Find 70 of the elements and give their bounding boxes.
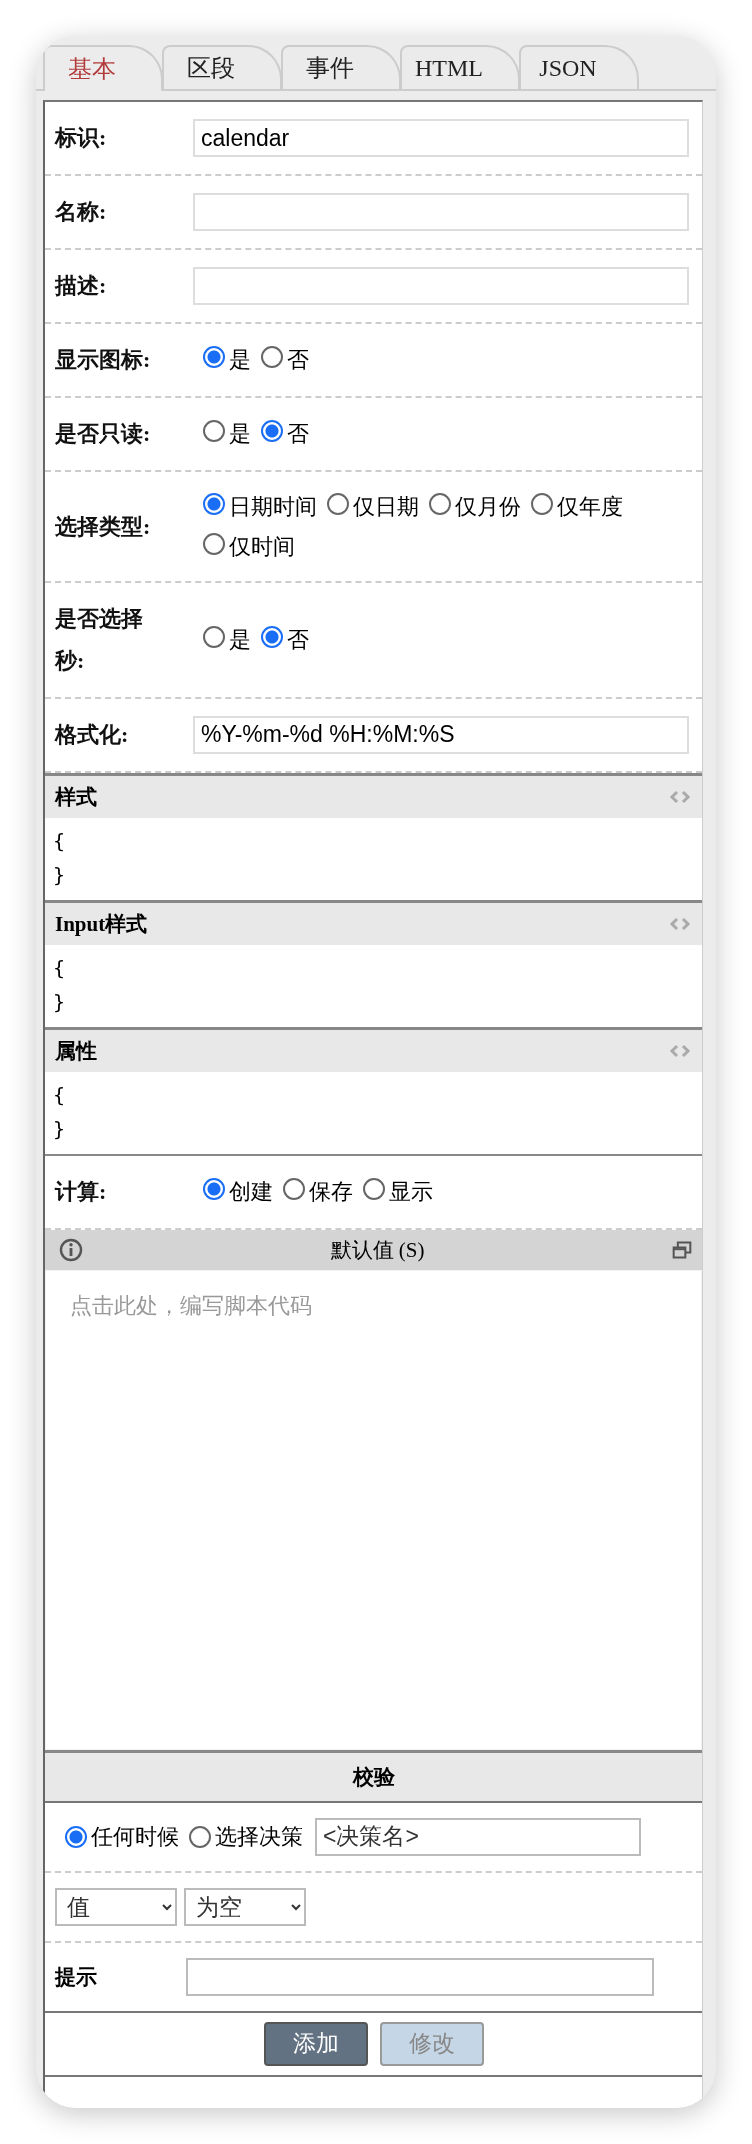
radio-button[interactable]: [203, 1178, 225, 1200]
field-label: 格式化:: [55, 720, 130, 749]
decision-input[interactable]: <决策名>: [315, 1817, 641, 1856]
tab[interactable]: HTML: [400, 45, 520, 89]
field-label: 描述:: [55, 272, 108, 301]
radio-button[interactable]: [363, 1178, 385, 1200]
radio-label: 仅月份: [455, 494, 521, 519]
radio-button[interactable]: [531, 493, 553, 515]
field-label: 选择类型:: [55, 512, 152, 541]
tab[interactable]: 区段: [162, 45, 282, 89]
radio-button[interactable]: [189, 1825, 211, 1848]
radio-label: 选择决策: [215, 1822, 303, 1851]
radio-button[interactable]: [203, 532, 225, 555]
tab[interactable]: 基本: [43, 45, 163, 91]
radio-button[interactable]: [429, 493, 451, 515]
radio-label: 否: [287, 627, 309, 653]
field-label: 显示图标:: [55, 346, 152, 375]
radio-button[interactable]: [203, 493, 225, 515]
radio-label: 仅时间: [229, 533, 295, 559]
radio-label: 日期时间: [229, 494, 317, 519]
script-editor[interactable]: 点击此处，编写脚本代码: [45, 1269, 702, 1750]
radio-label: 保存: [309, 1179, 353, 1204]
radio-label: 仅日期: [353, 494, 419, 519]
radio-label: 否: [287, 347, 309, 373]
field-label: 提示: [55, 1963, 98, 1991]
code-line: {: [53, 827, 66, 855]
radio-button[interactable]: [203, 626, 225, 649]
radio-label: 显示: [389, 1179, 433, 1204]
code-line: }: [53, 861, 66, 889]
radio-button[interactable]: [327, 493, 349, 515]
radio-button[interactable]: [261, 420, 283, 443]
code-line: }: [53, 1115, 66, 1143]
input-field[interactable]: %Y-%m-%d %H:%M:%S: [193, 715, 689, 754]
radio-label: 否: [287, 421, 309, 447]
code-line: {: [53, 954, 66, 982]
field-label: 名称:: [55, 198, 108, 227]
field-label: 是否只读:: [55, 420, 152, 449]
tab[interactable]: 事件: [281, 45, 401, 89]
field-label: 标识:: [55, 124, 108, 153]
radio-label: 是: [229, 421, 251, 447]
field-label: 计算:: [55, 1177, 108, 1206]
field-label: 是否选择秒:: [55, 605, 144, 675]
radio-label: 是: [229, 627, 251, 653]
section-title: 校验: [352, 1763, 395, 1791]
code-line: }: [53, 988, 66, 1016]
select-field[interactable]: 为空: [184, 1887, 306, 1926]
section-title: 样式: [55, 783, 97, 811]
input-field[interactable]: [193, 267, 689, 305]
radio-button[interactable]: [261, 346, 283, 369]
code-line: {: [53, 1081, 66, 1109]
action-button[interactable]: 添加: [263, 2021, 368, 2066]
radio-button[interactable]: [261, 626, 283, 649]
info-icon[interactable]: [59, 1237, 83, 1262]
input-field[interactable]: calendar: [193, 119, 689, 157]
tab[interactable]: JSON: [519, 45, 639, 89]
radio-button[interactable]: [283, 1178, 305, 1200]
radio-label: 创建: [229, 1179, 273, 1204]
section-title: Input样式: [55, 910, 148, 938]
select-field[interactable]: 值: [55, 1887, 177, 1926]
radio-button[interactable]: [65, 1825, 87, 1848]
radio-button[interactable]: [203, 420, 225, 443]
hint-input[interactable]: [186, 1957, 654, 1996]
radio-button[interactable]: [203, 346, 225, 369]
radio-label: 任何时候: [91, 1822, 179, 1851]
restore-window-icon[interactable]: [672, 1239, 692, 1260]
radio-label: 仅年度: [557, 494, 623, 519]
input-field[interactable]: [193, 193, 689, 231]
section-title: 属性: [55, 1037, 97, 1065]
editor-title: 默认值 (S): [330, 1236, 425, 1264]
radio-label: 是: [229, 347, 251, 373]
